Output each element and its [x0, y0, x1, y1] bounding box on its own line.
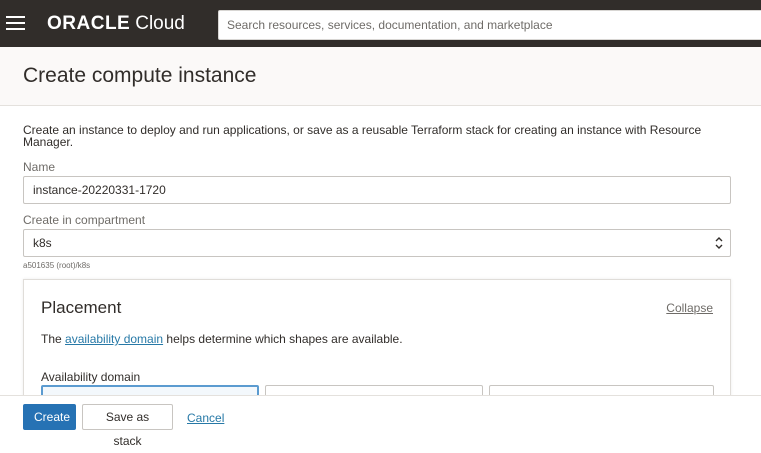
- cancel-link[interactable]: Cancel: [187, 411, 224, 425]
- compartment-path: a501635 (root)/k8s: [23, 261, 91, 270]
- page-header: Create compute instance: [0, 47, 761, 106]
- availability-domain-option[interactable]: [489, 385, 714, 395]
- availability-domain-link[interactable]: availability domain: [65, 332, 163, 346]
- name-label: Name: [23, 160, 56, 174]
- intro-text: Create an instance to deploy and run app…: [23, 123, 702, 149]
- logo-brand: ORACLE: [47, 13, 131, 34]
- top-navigation-bar: ORACLE Cloud: [0, 0, 761, 47]
- save-as-stack-button[interactable]: Save as stack: [82, 404, 173, 448]
- desc-suffix: helps determine which shapes are availab…: [163, 332, 403, 346]
- compartment-label: Create in compartment: [23, 213, 146, 227]
- availability-domain-label: Availability domain: [41, 370, 141, 384]
- availability-domain-option[interactable]: [265, 385, 483, 395]
- search-input[interactable]: [218, 10, 761, 40]
- create-button[interactable]: Create: [23, 404, 76, 430]
- menu-icon[interactable]: [6, 13, 26, 33]
- compartment-value: k8s: [33, 236, 52, 250]
- compartment-select[interactable]: k8s: [23, 229, 731, 257]
- logo-product: Cloud: [135, 13, 185, 34]
- collapse-link[interactable]: Collapse: [666, 301, 713, 315]
- select-arrows-icon: [715, 237, 723, 249]
- placement-section: Placement Collapse The availability doma…: [23, 279, 731, 395]
- form-content[interactable]: Create an instance to deploy and run app…: [0, 106, 761, 395]
- action-footer: Create Save as stack Cancel: [0, 395, 761, 448]
- desc-prefix: The: [41, 332, 66, 346]
- placement-title: Placement: [41, 298, 122, 317]
- oracle-cloud-logo[interactable]: ORACLE Cloud: [47, 13, 185, 35]
- page-title: Create compute instance: [23, 64, 257, 87]
- availability-domain-option[interactable]: [41, 385, 259, 395]
- name-input[interactable]: [23, 176, 731, 204]
- placement-description: The availability domain helps determine …: [41, 332, 403, 346]
